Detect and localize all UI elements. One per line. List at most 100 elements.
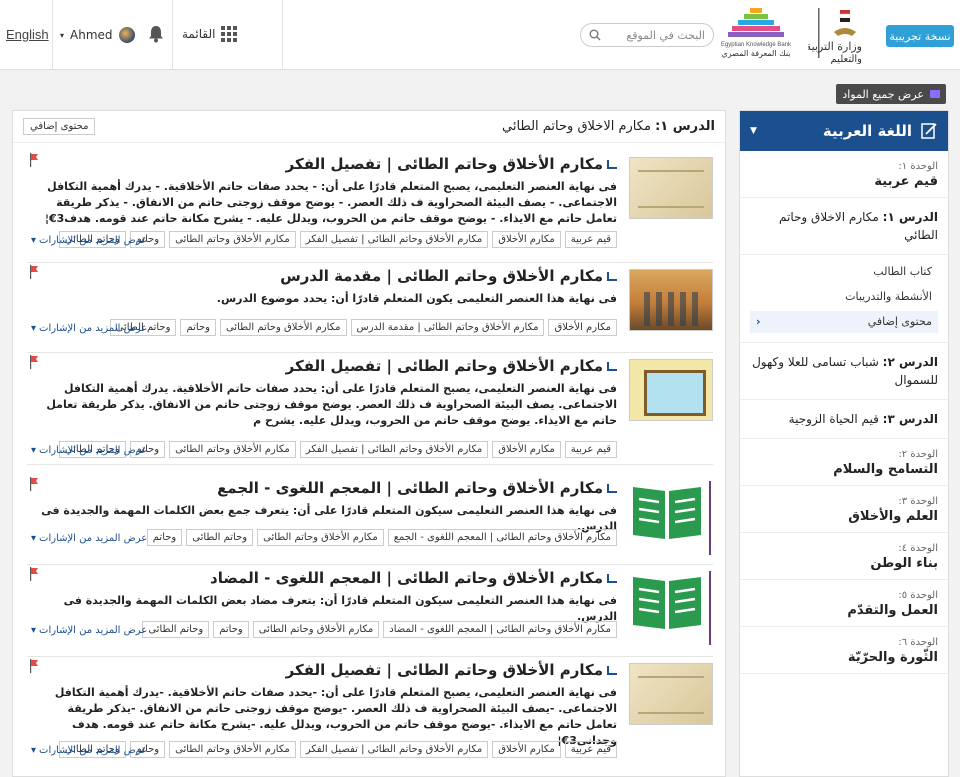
card-title[interactable]: مكارم الأخلاق وحاتم الطائى | المعجم اللغ…: [217, 479, 617, 497]
tag[interactable]: مكارم الأخلاق: [548, 319, 617, 336]
language-switch-link[interactable]: English: [6, 27, 49, 42]
page-title: الدرس ١: مكارم الاخلاق وحاتم الطائي: [502, 119, 715, 134]
show-more-link[interactable]: عرض المزيد من الإشارات ▾: [31, 235, 147, 246]
tag[interactable]: مكارم الأخلاق وحاتم الطائى: [169, 231, 296, 248]
divider: [709, 571, 711, 645]
card-title[interactable]: مكارم الأخلاق وحاتم الطائى | مقدمة الدرس: [280, 267, 617, 285]
show-more-link[interactable]: عرض المزيد من الإشارات ▾: [31, 323, 147, 334]
card-thumbnail[interactable]: [629, 359, 713, 421]
tag[interactable]: مكارم الأخلاق وحاتم الطائى | مقدمة الدرس: [350, 319, 545, 336]
card-thumbnail[interactable]: [629, 481, 713, 555]
sidebar-lesson-3[interactable]: الدرس ٣: قيم الحياة الزوجية: [740, 400, 948, 439]
tag[interactable]: وحاتم: [146, 529, 183, 546]
card-thumbnail[interactable]: [629, 269, 713, 331]
tag[interactable]: مكارم الأخلاق وحاتم الطائى: [169, 441, 296, 458]
flag-icon: [30, 659, 38, 673]
lesson-prefix: الدرس ٣:: [882, 412, 938, 426]
search-box[interactable]: البحث في الموقع: [580, 23, 714, 47]
tag[interactable]: وحاتم الطائى: [142, 621, 210, 638]
tag[interactable]: مكارم الأخلاق وحاتم الطائى | تفصيل الفكر: [299, 231, 489, 248]
show-more-label: عرض المزيد من الإشارات: [39, 445, 148, 456]
sidebar-lesson-2[interactable]: الدرس ٢: شباب تسامى للعلا وكهول للسموال: [740, 343, 948, 400]
sidebar-lesson-1[interactable]: الدرس ١: مكارم الاخلاق وحاتم الطائي: [740, 198, 948, 255]
menu-button[interactable]: القائمة: [182, 26, 238, 42]
chart-icon: [607, 361, 617, 371]
trial-version-button[interactable]: نسخة تجريبية: [886, 25, 954, 47]
sub-item-student-book[interactable]: كتاب الطالب: [750, 261, 938, 283]
content-card-6[interactable]: مكارم الأخلاق وحاتم الطائى | تفصيل الفكر…: [27, 657, 713, 776]
sub-item-activities[interactable]: الأنشطة والتدريبات: [750, 286, 938, 308]
tag[interactable]: مكارم الأخلاق: [492, 441, 561, 458]
tag[interactable]: وحاتم: [213, 621, 249, 638]
tag[interactable]: مكارم الأخلاق: [492, 741, 561, 758]
sidebar-unit-5[interactable]: الوحدة ٥: العمل والتقدّم: [740, 580, 948, 627]
show-all-materials-button[interactable]: عرض جميع المواد: [836, 84, 946, 104]
ministry-logo[interactable]: وزارة التربية والتعليم: [806, 6, 872, 65]
card-tags: مكارم الأخلاق وحاتم الطائى | المعجم اللغ…: [146, 529, 617, 546]
tag[interactable]: قيم عربية: [564, 231, 617, 248]
sidebar-unit-3[interactable]: الوحدة ٣: العلم والأخلاق: [740, 486, 948, 533]
tag[interactable]: مكارم الأخلاق وحاتم الطائى: [257, 529, 384, 546]
notifications-button[interactable]: [148, 25, 164, 46]
card-title-text: مكارم الأخلاق وحاتم الطائى | تفصيل الفكر: [285, 155, 603, 173]
content-card-2[interactable]: مكارم الأخلاق وحاتم الطائى | مقدمة الدرس…: [27, 263, 713, 353]
card-title[interactable]: مكارم الأخلاق وحاتم الطائى | تفصيل الفكر: [286, 155, 617, 173]
caret-down-icon[interactable]: ▼: [750, 126, 757, 136]
search-icon[interactable]: [589, 29, 601, 41]
show-more-label: عرض المزيد من الإشارات: [39, 745, 148, 756]
flag-icon: [30, 153, 38, 167]
card-title[interactable]: مكارم الأخلاق وحاتم الطائى | تفصيل الفكر: [286, 661, 617, 679]
sidebar-unit-4[interactable]: الوحدة ٤: بناء الوطن: [740, 533, 948, 580]
card-thumbnail[interactable]: [629, 157, 713, 219]
tag[interactable]: مكارم الأخلاق وحاتم الطائى: [219, 319, 347, 336]
show-more-label: عرض المزيد من الإشارات: [39, 625, 148, 636]
tag[interactable]: وحاتم: [180, 319, 216, 336]
svg-text:والتعليم: والتعليم: [831, 54, 863, 64]
menu-label: القائمة: [182, 27, 216, 41]
unit-label: الوحدة ٢:: [898, 449, 938, 460]
caret-down-icon: ▾: [31, 625, 37, 636]
card-thumbnail[interactable]: [629, 663, 713, 725]
extra-content-button[interactable]: محتوى إضافي: [23, 118, 96, 135]
tag[interactable]: مكارم الأخلاق وحاتم الطائى | تفصيل الفكر: [299, 441, 489, 458]
sidebar-unit-6[interactable]: الوحدة ٦: الثّورة والحرّيّة: [740, 627, 948, 674]
chart-icon: [607, 271, 617, 281]
content-card-1[interactable]: مكارم الأخلاق وحاتم الطائى | تفصيل الفكر…: [27, 151, 713, 263]
tag[interactable]: مكارم الأخلاق وحاتم الطائى | تفصيل الفكر: [299, 741, 489, 758]
content-card-3[interactable]: مكارم الأخلاق وحاتم الطائى | تفصيل الفكر…: [27, 353, 713, 465]
flag-icon: [30, 355, 38, 369]
tag[interactable]: مكارم الأخلاق وحاتم الطائى: [252, 621, 380, 638]
sub-item-extra-content[interactable]: محتوى إضافي ‹: [750, 311, 938, 333]
tag[interactable]: مكارم الأخلاق وحاتم الطائى | المعجم اللغ…: [387, 529, 617, 546]
tag[interactable]: مكارم الأخلاق: [492, 231, 561, 248]
ekb-logo[interactable]: Egyptian Knowledge Bank بنك المعرفة المص…: [720, 6, 792, 64]
tag[interactable]: قيم عربية: [564, 741, 617, 758]
tag[interactable]: وحاتم الطائى: [186, 529, 254, 546]
show-more-label: عرض المزيد من الإشارات: [39, 235, 148, 246]
card-description: فى نهاية العنصر التعليمى، يصبح المتعلم ق…: [44, 180, 617, 225]
sidebar-unit-2[interactable]: الوحدة ٢: التسامح والسلام: [740, 439, 948, 486]
user-name: Ahmed: [70, 28, 113, 42]
tag[interactable]: مكارم الأخلاق وحاتم الطائى | المعجم اللغ…: [383, 621, 617, 638]
tag[interactable]: مكارم الأخلاق وحاتم الطائى: [169, 741, 296, 758]
tag[interactable]: قيم عربية: [564, 441, 617, 458]
show-more-link[interactable]: عرض المزيد من الإشارات ▾: [31, 445, 147, 456]
subject-header[interactable]: اللغة العربية ▼: [740, 111, 948, 151]
main-header: الدرس ١: مكارم الاخلاق وحاتم الطائي محتو…: [13, 111, 725, 143]
show-more-link[interactable]: عرض المزيد من الإشارات ▾: [31, 745, 147, 756]
sidebar-unit-1[interactable]: الوحدة ١: قيم عربية: [740, 151, 948, 198]
show-more-link[interactable]: عرض المزيد من الإشارات ▾: [31, 625, 147, 636]
content-card-4[interactable]: مكارم الأخلاق وحاتم الطائى | المعجم اللغ…: [27, 475, 713, 565]
card-title[interactable]: مكارم الأخلاق وحاتم الطائى | تفصيل الفكر: [286, 357, 617, 375]
card-title[interactable]: مكارم الأخلاق وحاتم الطائى | المعجم اللغ…: [210, 569, 617, 587]
svg-text:وزارة التربية: وزارة التربية: [808, 40, 862, 53]
card-thumbnail[interactable]: [629, 571, 713, 645]
content-card-5[interactable]: مكارم الأخلاق وحاتم الطائى | المعجم اللغ…: [27, 565, 713, 657]
user-menu[interactable]: ▾ Ahmed: [60, 27, 135, 43]
caret-down-icon: ▾: [60, 30, 65, 40]
unit-label: الوحدة ١:: [898, 161, 938, 172]
show-more-link[interactable]: عرض المزيد من الإشارات ▾: [31, 533, 147, 544]
search-input[interactable]: البحث في الموقع: [601, 29, 705, 42]
chart-icon: [607, 483, 617, 493]
grid-icon: [221, 26, 238, 42]
